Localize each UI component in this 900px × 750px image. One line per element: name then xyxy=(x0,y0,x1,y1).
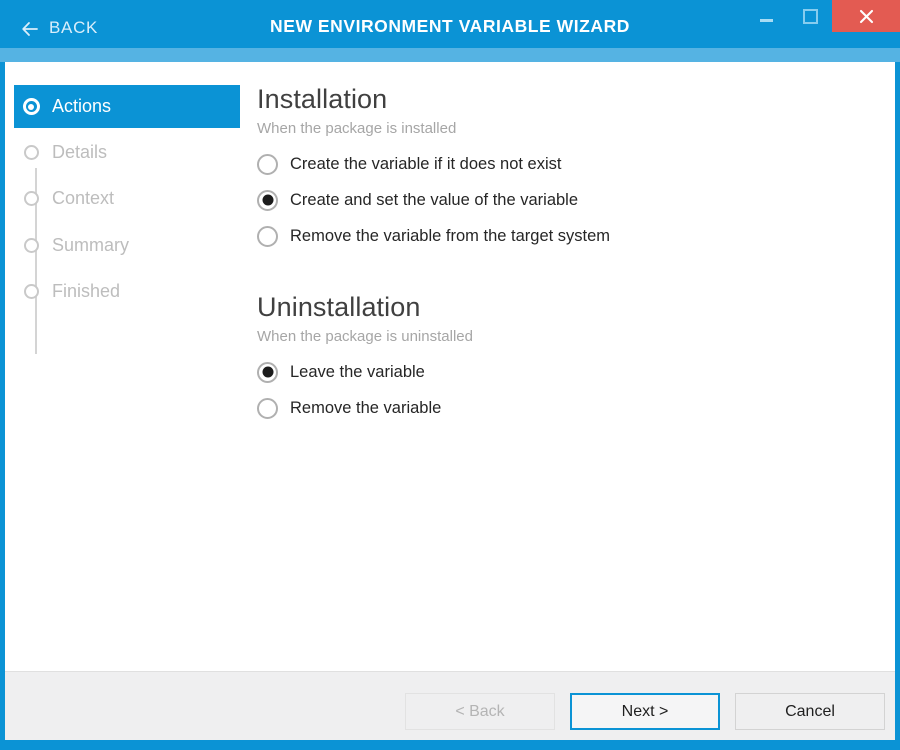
sidebar-step-label: Finished xyxy=(48,281,120,302)
installation-section: Installation When the package is install… xyxy=(257,82,895,254)
radio-button-icon xyxy=(257,154,278,175)
next-button[interactable]: Next > xyxy=(570,693,720,730)
wizard-window: BACK NEW ENVIRONMENT VARIABLE WIZARD xyxy=(0,0,900,750)
wizard-footer: < Back Next > Cancel xyxy=(5,671,895,740)
radio-label: Create and set the value of the variable xyxy=(278,190,578,210)
maximize-button[interactable] xyxy=(788,0,832,32)
wizard-content-pane: Installation When the package is install… xyxy=(245,62,895,671)
sidebar-step-label: Context xyxy=(48,188,114,209)
uninstallation-section: Uninstallation When the package is unins… xyxy=(257,290,895,426)
radio-label: Leave the variable xyxy=(278,362,425,382)
close-button[interactable] xyxy=(832,0,900,32)
radio-button-icon xyxy=(257,398,278,419)
maximize-icon xyxy=(803,9,818,24)
radio-label: Create the variable if it does not exist xyxy=(278,154,561,174)
radio-label: Remove the variable from the target syst… xyxy=(278,226,610,246)
step-marker-icon xyxy=(14,85,48,128)
window-bottom-border xyxy=(0,740,900,750)
sidebar-step-label: Details xyxy=(48,142,107,163)
window-controls xyxy=(744,0,900,32)
step-marker-icon xyxy=(14,177,48,220)
close-icon xyxy=(858,8,875,25)
radio-button-icon xyxy=(257,226,278,247)
section-heading: Installation xyxy=(257,82,895,116)
radio-uninstall-remove[interactable]: Remove the variable xyxy=(257,390,895,426)
radio-label: Remove the variable xyxy=(278,398,441,418)
section-heading: Uninstallation xyxy=(257,290,895,324)
wizard-step-sidebar: Actions Details Context Summary xyxy=(5,62,245,671)
sidebar-step-actions[interactable]: Actions xyxy=(14,85,240,128)
radio-install-create-if-missing[interactable]: Create the variable if it does not exist xyxy=(257,146,895,182)
sidebar-step-details[interactable]: Details xyxy=(14,131,240,174)
cancel-button[interactable]: Cancel xyxy=(735,693,885,730)
sidebar-step-context[interactable]: Context xyxy=(14,177,240,220)
section-subheading: When the package is installed xyxy=(257,119,895,139)
sidebar-step-label: Actions xyxy=(48,96,111,117)
step-marker-icon xyxy=(14,131,48,174)
sidebar-step-finished[interactable]: Finished xyxy=(14,270,240,313)
radio-button-icon-selected xyxy=(257,190,278,211)
step-marker-icon xyxy=(14,224,48,267)
section-subheading: When the package is uninstalled xyxy=(257,327,895,347)
radio-button-icon-selected xyxy=(257,362,278,383)
step-marker-icon xyxy=(14,270,48,313)
sidebar-step-label: Summary xyxy=(48,235,129,256)
sidebar-step-summary[interactable]: Summary xyxy=(14,224,240,267)
radio-install-create-and-set[interactable]: Create and set the value of the variable xyxy=(257,182,895,218)
radio-uninstall-leave[interactable]: Leave the variable xyxy=(257,354,895,390)
section-spacer xyxy=(257,262,895,290)
titlebar-accent-band xyxy=(0,48,900,62)
back-button[interactable]: < Back xyxy=(405,693,555,730)
minimize-icon xyxy=(760,19,773,22)
client-area: Actions Details Context Summary xyxy=(5,62,895,740)
radio-install-remove[interactable]: Remove the variable from the target syst… xyxy=(257,218,895,254)
minimize-button[interactable] xyxy=(744,0,788,32)
